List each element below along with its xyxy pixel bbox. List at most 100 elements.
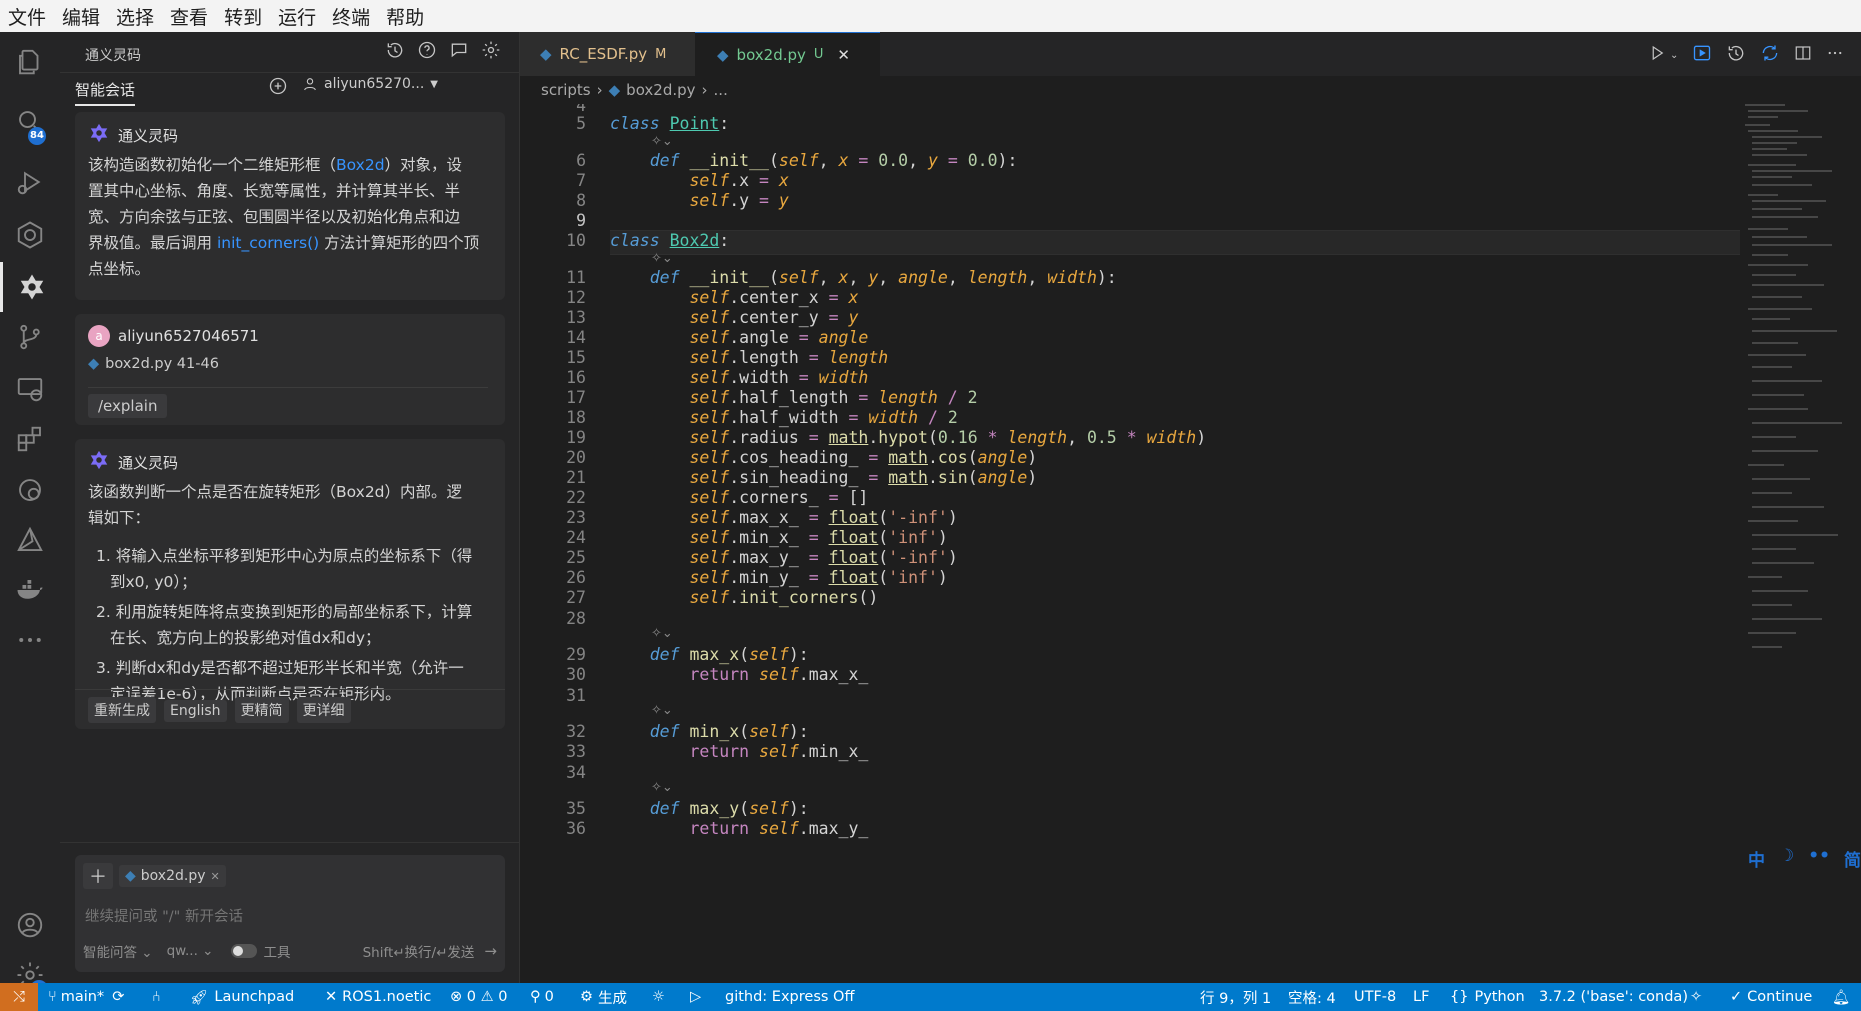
ime-halfwidth-button[interactable]: ☽ xyxy=(1779,846,1794,871)
git-graph-icon[interactable]: ⑃ xyxy=(152,983,161,1011)
ime-simplified-button[interactable]: 简 xyxy=(1844,846,1861,871)
extension-hex-icon[interactable] xyxy=(0,210,60,260)
regenerate-button[interactable]: 重新生成 xyxy=(88,697,156,723)
problems-indicator[interactable]: ⊗ 0 ⚠ 0 xyxy=(450,983,507,1011)
code-editor[interactable]: 4 5 6 7 8 9 10 11 12 13 14 15 16 17 18 19 20 21 22 23 24 25 26… xyxy=(520,104,1740,983)
run-options-chevron-icon[interactable]: ⌄ xyxy=(1670,50,1678,61)
explorer-icon[interactable] xyxy=(0,37,60,87)
settings-gear-icon[interactable] xyxy=(481,40,501,64)
more-detailed-button[interactable]: 更详细 xyxy=(296,697,351,723)
docker-icon[interactable] xyxy=(0,565,60,615)
history-icon[interactable] xyxy=(385,40,405,64)
githd-indicator[interactable]: githd: Express Off xyxy=(725,983,854,1011)
line-number: 6 xyxy=(576,151,586,170)
list-item: 1. 将输入点坐标平移到矩形中心为原点的坐标系下（得 xyxy=(96,547,473,565)
menu-terminal[interactable]: 终端 xyxy=(324,3,378,30)
run-icon[interactable]: ▷ xyxy=(690,983,701,1011)
ports-indicator[interactable]: ⚲ 0 xyxy=(530,983,554,1011)
send-arrow-icon[interactable]: → xyxy=(484,942,497,960)
notifications-bell-icon[interactable]: 🔔︎ xyxy=(1832,983,1850,1011)
more-actions-icon[interactable] xyxy=(1826,44,1844,66)
close-icon[interactable]: ✕ xyxy=(211,870,220,883)
continue-indicator[interactable]: ✓ Continue xyxy=(1730,983,1812,1011)
search-icon[interactable]: 84 xyxy=(0,97,60,147)
tab-rc-esdf[interactable]: ◆ RC_ESDF.py M xyxy=(520,32,695,76)
menu-bar: 文件 编辑 选择 查看 转到 运行 终端 帮助 xyxy=(0,0,1861,32)
remote-explorer-icon[interactable] xyxy=(0,364,60,414)
source-control-icon[interactable] xyxy=(0,312,60,362)
testing-icon[interactable] xyxy=(0,465,60,515)
remote-indicator[interactable]: ⤭ xyxy=(0,983,38,1011)
code-link-init-corners[interactable]: init_corners() xyxy=(217,234,319,252)
branch-indicator[interactable]: ⑂ main* ⟳ xyxy=(48,983,124,1011)
breadcrumb-file[interactable]: box2d.py xyxy=(626,81,695,99)
line-number: 33 xyxy=(566,742,586,761)
account-icon[interactable] xyxy=(0,900,60,950)
english-button[interactable]: English xyxy=(164,700,227,722)
lingma-codelens-icon[interactable]: ✧⌄ xyxy=(651,780,673,795)
python-interpreter[interactable]: 3.7.2 ('base': conda) xyxy=(1539,983,1688,1011)
text-line: 点坐标。 xyxy=(88,260,151,278)
extensions-icon[interactable] xyxy=(0,414,60,464)
language-mode[interactable]: {} Python xyxy=(1450,983,1525,1011)
lingma-codelens-icon[interactable]: ✧⌄ xyxy=(651,703,673,718)
run-debug-icon[interactable] xyxy=(0,157,60,207)
lingma-logo-icon xyxy=(88,449,110,475)
timeline-icon[interactable] xyxy=(1726,43,1746,67)
bug-icon[interactable]: ☼ xyxy=(652,983,665,1011)
code-link-box2d[interactable]: Box2d xyxy=(336,156,385,174)
menu-help[interactable]: 帮助 xyxy=(378,3,432,30)
more-icon[interactable] xyxy=(0,615,60,665)
indentation[interactable]: 空格: 4 xyxy=(1288,983,1336,1011)
lingma-codelens-icon[interactable]: ✧⌄ xyxy=(651,626,673,641)
context-file-chip: ◆ box2d.py ✕ xyxy=(119,865,226,887)
lingma-codelens-icon[interactable]: ✧⌄ xyxy=(651,251,673,266)
menu-run[interactable]: 运行 xyxy=(270,3,324,30)
lingma-codelens-icon[interactable]: ✧⌄ xyxy=(651,134,673,149)
menu-view[interactable]: 查看 xyxy=(162,3,216,30)
user-message: a aliyun6527046571 ◆ box2d.py 41-46 /exp… xyxy=(75,314,505,425)
tab-status: M xyxy=(655,46,667,62)
menu-selection[interactable]: 选择 xyxy=(108,3,162,30)
breadcrumb-folder[interactable]: scripts xyxy=(541,81,591,99)
cursor-position[interactable]: 行 9，列 1 xyxy=(1200,983,1271,1011)
chat-input[interactable] xyxy=(83,903,497,931)
menu-edit[interactable]: 编辑 xyxy=(54,3,108,30)
mode-select[interactable]: 智能问答 ⌄ xyxy=(83,941,153,961)
ime-chinese-button[interactable]: 中 xyxy=(1748,846,1765,871)
eol[interactable]: LF xyxy=(1413,983,1429,1011)
feedback-icon[interactable] xyxy=(449,40,469,64)
menu-go[interactable]: 转到 xyxy=(216,3,270,30)
tools-toggle[interactable] xyxy=(231,944,258,958)
eol-label: LF xyxy=(1413,989,1430,1005)
add-context-button[interactable]: ＋ xyxy=(83,863,113,889)
file-reference[interactable]: ◆ box2d.py 41-46 xyxy=(88,356,219,372)
sync-icon[interactable]: ⟳ xyxy=(112,989,124,1005)
ros-indicator[interactable]: ✕ ROS1.noetic xyxy=(325,983,431,1011)
close-icon[interactable]: ✕ xyxy=(837,46,850,64)
lingma-status-icon[interactable]: ✧ xyxy=(1690,983,1702,1011)
code-line: self.min_x_ = float('inf') xyxy=(689,528,948,547)
user-label: aliyun65270... xyxy=(324,76,425,92)
launchpad-indicator[interactable]: 🚀︎ Launchpad xyxy=(190,983,294,1011)
menu-file[interactable]: 文件 xyxy=(0,3,54,30)
tab-label: box2d.py xyxy=(736,45,806,64)
more-concise-button[interactable]: 更精简 xyxy=(234,697,289,723)
generate-indicator[interactable]: ⚙ 生成 xyxy=(580,983,627,1011)
preview-icon[interactable] xyxy=(1692,43,1712,67)
user-dropdown[interactable]: aliyun65270... ▼ xyxy=(302,76,438,92)
tab-box2d[interactable]: ◆ box2d.py U ✕ xyxy=(695,32,880,76)
cmake-icon[interactable] xyxy=(0,515,60,565)
run-file-icon[interactable] xyxy=(1648,44,1666,66)
encoding[interactable]: UTF-8 xyxy=(1354,983,1396,1011)
sync-icon[interactable] xyxy=(1760,43,1780,67)
code-line: self.radius = math.hypot(0.16 * length, … xyxy=(689,428,1207,447)
help-icon[interactable] xyxy=(417,40,437,64)
tab-smart-chat[interactable]: 智能会话 xyxy=(75,76,136,106)
split-editor-icon[interactable] xyxy=(1794,44,1812,66)
ime-punctuation-button[interactable]: •• xyxy=(1808,846,1830,871)
tongyi-lingma-icon[interactable] xyxy=(0,262,60,312)
model-select[interactable]: qw... ⌄ xyxy=(167,943,214,959)
new-chat-icon[interactable] xyxy=(268,76,288,100)
breadcrumb-symbol[interactable]: ... xyxy=(714,81,728,99)
